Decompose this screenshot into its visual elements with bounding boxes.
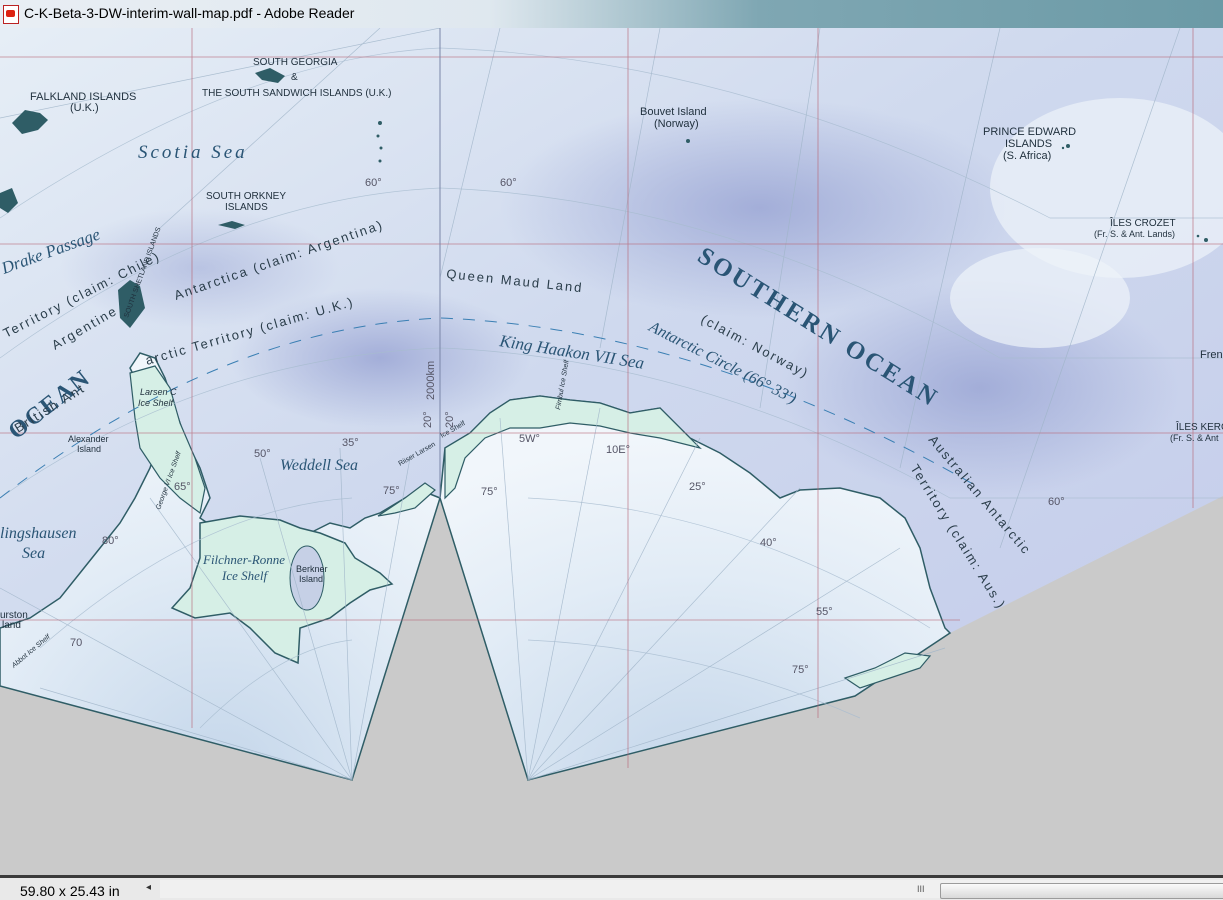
label-filchner-1: Filchner-Ronne xyxy=(202,552,285,567)
label-south-georgia: SOUTH GEORGIA xyxy=(253,57,338,68)
grid-lon55: 55° xyxy=(816,606,833,618)
grid-lat75-b: 75° xyxy=(481,486,498,498)
label-prince-edward-2: ISLANDS xyxy=(1005,138,1052,150)
grid-lat60-b: 60° xyxy=(500,177,517,189)
page-size-label: 59.80 x 25.43 in xyxy=(20,883,120,899)
scrollbar-thumb[interactable] xyxy=(940,883,1223,899)
label-larsen-2: Ice Shelf xyxy=(138,398,175,408)
label-prince-edward-claim: (S. Africa) xyxy=(1003,150,1051,162)
label-berkner-1: Berkner xyxy=(296,564,328,574)
grid-lat35: 35° xyxy=(342,437,359,449)
label-alexander-2: Island xyxy=(77,444,101,454)
grid-lat20-b: 20° xyxy=(444,411,456,428)
label-prince-edward-1: PRINCE EDWARD xyxy=(983,126,1076,138)
grid-lon5w: 5W° xyxy=(519,433,540,445)
label-amp: & xyxy=(291,72,298,83)
grid-lat75-c: 75° xyxy=(792,664,809,676)
grid-lat20-a: 20° xyxy=(422,411,434,428)
label-south-sandwich: THE SOUTH SANDWICH ISLANDS (U.K.) xyxy=(202,88,391,99)
label-alexander-1: Alexander xyxy=(68,434,109,444)
grid-lat60-a: 60° xyxy=(365,177,382,189)
label-fren: Fren xyxy=(1200,349,1223,361)
grid-lat50: 50° xyxy=(254,448,271,460)
label-crozet-claim: (Fr. S. & Ant. Lands) xyxy=(1094,229,1175,239)
grid-lon10e: 10E° xyxy=(606,444,630,456)
window-title: C-K-Beta-3-DW-interim-wall-map.pdf - Ado… xyxy=(24,5,355,21)
scroll-left-arrow-icon[interactable]: ◂ xyxy=(146,882,151,893)
label-bouvet-claim: (Norway) xyxy=(654,118,699,130)
label-south-orkney-2: ISLANDS xyxy=(225,202,268,213)
grid-lat80: 80° xyxy=(102,535,119,547)
title-bar[interactable]: C-K-Beta-3-DW-interim-wall-map.pdf - Ado… xyxy=(0,0,1223,28)
grid-lat75-a: 75° xyxy=(383,485,400,497)
grid-lon60: 60° xyxy=(1048,496,1065,508)
bouvet-island-dot xyxy=(686,139,690,143)
document-view[interactable]: FALKLAND ISLANDS (U.K.) SOUTH GEORGIA & … xyxy=(0,28,1223,875)
label-berkner-2: Island xyxy=(299,574,323,584)
label-bellingshausen-2: Sea xyxy=(22,545,45,562)
label-scale-2000km: 2000km xyxy=(425,361,437,400)
grid-lat70: 70 xyxy=(70,637,82,649)
label-weddell-sea: Weddell Sea xyxy=(280,457,358,474)
label-bouvet: Bouvet Island xyxy=(640,106,707,118)
adobe-pdf-icon xyxy=(3,5,19,24)
map-canvas: FALKLAND ISLANDS (U.K.) SOUTH GEORGIA & … xyxy=(0,28,1223,781)
label-falkland-claim: (U.K.) xyxy=(70,102,99,114)
grid-lon25: 25° xyxy=(689,481,706,493)
grid-lat65: 65° xyxy=(174,481,191,493)
label-thurston-2: land xyxy=(2,620,21,631)
scrollbar-grip-icon: III xyxy=(917,884,925,894)
shallow-plateau xyxy=(950,248,1130,348)
label-kerguelen-claim: (Fr. S. & Ant xyxy=(1170,433,1219,443)
horizontal-scrollbar[interactable] xyxy=(160,880,1223,899)
label-crozet: ÎLES CROZET xyxy=(1109,216,1176,229)
label-scotia-sea: Scotia Sea xyxy=(138,142,248,163)
label-kerguelen: ÎLES KERG xyxy=(1175,420,1223,433)
label-bellingshausen-1: lingshausen xyxy=(0,525,76,542)
status-bar: 59.80 x 25.43 in ◂ III xyxy=(0,875,1223,900)
label-filchner-2: Ice Shelf xyxy=(221,568,270,583)
label-south-orkney-1: SOUTH ORKNEY xyxy=(206,191,286,202)
grid-lon40: 40° xyxy=(760,537,777,549)
label-larsen-1: Larsen C xyxy=(140,387,177,397)
